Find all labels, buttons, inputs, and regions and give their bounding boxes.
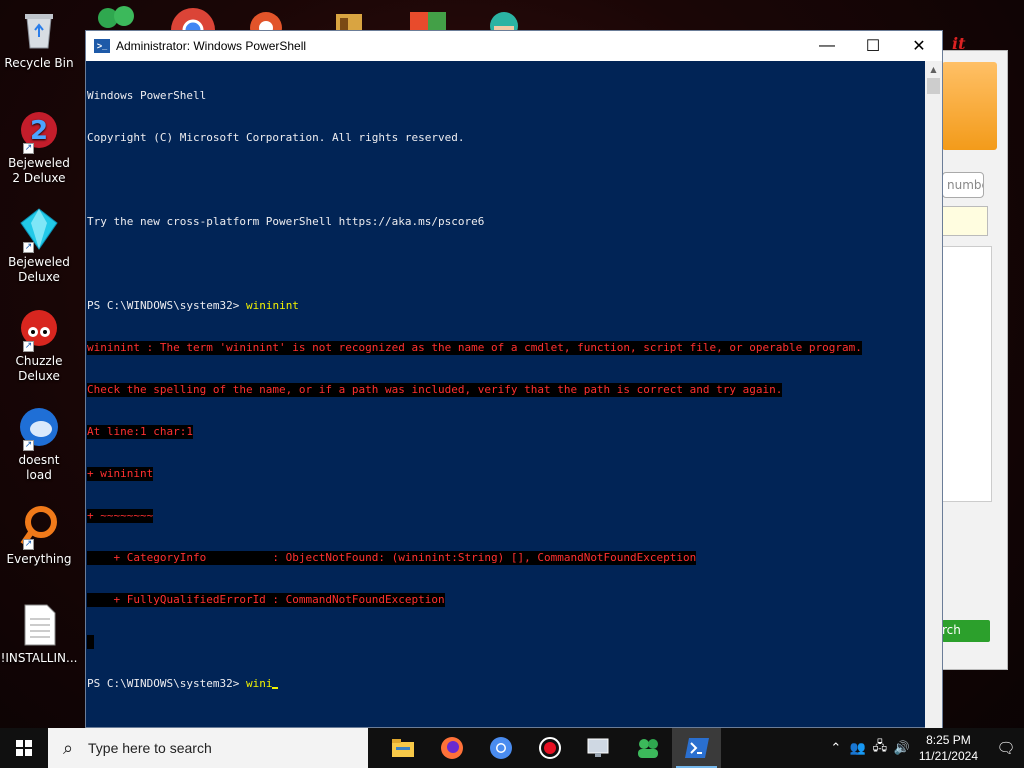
people-tray-icon[interactable]: 👥: [847, 740, 869, 756]
record-icon: [538, 737, 561, 759]
desktop-icon-label: Bejeweled 2 Deluxe: [8, 156, 70, 185]
scroll-thumb[interactable]: [927, 78, 940, 94]
powershell-title-icon[interactable]: >_: [94, 39, 110, 53]
svg-text:2: 2: [30, 116, 48, 146]
desktop-icon-label: Bejeweled Deluxe: [8, 255, 70, 284]
chevron-up-icon[interactable]: ⌃: [825, 740, 847, 756]
taskbar-apps: [378, 728, 721, 768]
error-line: + CategoryInfo : ObjectNotFound: (winini…: [87, 551, 697, 565]
powershell-icon: [684, 738, 709, 758]
console-line: Try the new cross-platform PowerShell ht…: [87, 215, 485, 228]
console-prompt-line: PS C:\WINDOWS\system32> wininint: [87, 299, 926, 313]
desktop-icon-chuzzle[interactable]: ↗ Chuzzle Deluxe: [4, 306, 74, 384]
taskbar-firefox[interactable]: [427, 728, 476, 768]
bejeweled2-icon: 2 ↗: [17, 108, 61, 154]
background-list-panel: [942, 246, 992, 502]
desktop-icon-label: doesnt load: [18, 453, 60, 482]
recycle-bin-icon: [17, 8, 61, 52]
taskbar-file-explorer[interactable]: [378, 728, 427, 768]
desktop-icon-everything[interactable]: ↗ Everything: [4, 504, 74, 567]
shortcut-arrow-icon: ↗: [23, 143, 34, 154]
start-button[interactable]: [0, 728, 48, 768]
remote-desktop-icon: [587, 738, 608, 757]
maximize-icon: ☐: [865, 38, 881, 55]
network-icon[interactable]: 🖧: [869, 737, 891, 759]
search-placeholder: Type here to search: [88, 740, 212, 756]
desktop-icon-bejeweled2[interactable]: 2 ↗ Bejeweled 2 Deluxe: [4, 108, 74, 186]
desktop-icon-label: Chuzzle Deluxe: [15, 354, 63, 383]
error-line: At line:1 char:1: [87, 425, 193, 439]
text-document-icon: [17, 603, 61, 647]
desktop-icon-bejeweled[interactable]: ↗ Bejeweled Deluxe: [4, 207, 74, 285]
command-input[interactable]: wini: [246, 677, 273, 690]
prompt: PS C:\WINDOWS\system32>: [87, 677, 246, 690]
error-line: + wininint: [87, 467, 154, 481]
background-search-button[interactable]: rch: [942, 620, 990, 642]
text-cursor: [272, 687, 279, 689]
minimize-button[interactable]: —: [804, 31, 850, 61]
desktop-icon-label: Everything: [6, 552, 72, 566]
taskbar-search[interactable]: ⌕ Type here to search: [48, 728, 368, 768]
prompt: PS C:\WINDOWS\system32>: [87, 299, 246, 312]
taskbar: ⌕ Type here to search ⌃ 👥 🖧 🔊 8:25 PM 11…: [0, 728, 1024, 768]
error-line: wininint : The term 'wininint' is not re…: [87, 341, 862, 355]
close-button[interactable]: ✕: [896, 31, 942, 61]
console-output[interactable]: Windows PowerShell Copyright (C) Microso…: [86, 61, 926, 729]
thunderbird-icon: ↗: [17, 405, 61, 451]
desktop-icon-thunderbird[interactable]: ↗ doesnt load: [4, 405, 74, 483]
background-stepper-field[interactable]: [942, 206, 988, 236]
system-tray: ⌃ 👥 🖧 🔊 8:25 PM 11/21/2024 🗨: [825, 728, 1024, 768]
desktop-icon-recycle-bin[interactable]: Recycle Bin: [4, 8, 74, 71]
clock-time: 8:25 PM: [926, 733, 971, 747]
everything-search-icon: ↗: [17, 504, 61, 550]
search-icon: ⌕: [62, 737, 74, 758]
people-icon: [637, 739, 658, 758]
console-line: Copyright (C) Microsoft Corporation. All…: [87, 131, 465, 144]
background-orange-panel: [942, 62, 997, 150]
file-explorer-icon: [391, 739, 414, 757]
shortcut-arrow-icon: ↗: [23, 242, 34, 253]
powershell-window[interactable]: >_ Administrator: Windows PowerShell — ☐…: [85, 30, 943, 729]
window-title: Administrator: Windows PowerShell: [116, 39, 307, 53]
vertical-scrollbar[interactable]: ▲: [925, 61, 942, 729]
shortcut-arrow-icon: ↗: [23, 539, 34, 550]
shortcut-arrow-icon: ↗: [23, 341, 34, 352]
error-line: Check the spelling of the name, or if a …: [87, 383, 783, 397]
error-line: + ~~~~~~~~: [87, 509, 154, 523]
console-line: Windows PowerShell: [87, 89, 207, 102]
taskbar-powershell[interactable]: [672, 728, 721, 768]
maximize-button[interactable]: ☐: [850, 31, 896, 61]
desktop-icon-label: !INSTALLIN...: [0, 651, 78, 665]
taskbar-clock[interactable]: 8:25 PM 11/21/2024: [919, 732, 978, 764]
powershell-titlebar[interactable]: >_ Administrator: Windows PowerShell — ☐…: [86, 31, 942, 61]
chuzzle-icon: ↗: [17, 306, 61, 352]
notification-center-button[interactable]: 🗨: [988, 728, 1024, 768]
clock-date: 11/21/2024: [918, 749, 978, 763]
error-line-blank: [87, 635, 94, 649]
command-text: wininint: [245, 299, 299, 312]
bejeweled-icon: ↗: [17, 207, 61, 253]
taskbar-remote-desktop[interactable]: [574, 728, 623, 768]
background-app-logo: it: [952, 34, 966, 53]
chromium-icon: [489, 737, 512, 759]
taskbar-chromium[interactable]: [476, 728, 525, 768]
taskbar-recorder[interactable]: [525, 728, 574, 768]
background-number-input[interactable]: numbe: [942, 172, 984, 198]
desktop-icon-installing[interactable]: !INSTALLIN...: [1, 603, 77, 666]
console-prompt-line[interactable]: PS C:\WINDOWS\system32> wini: [87, 677, 926, 691]
minimize-icon: —: [819, 37, 835, 54]
windows-logo-icon: [16, 740, 32, 756]
notification-icon: 🗨: [996, 740, 1016, 757]
desktop-icon-label: Recycle Bin: [4, 56, 74, 70]
close-icon: ✕: [912, 38, 926, 55]
volume-icon[interactable]: 🔊: [891, 740, 913, 756]
scroll-up-arrow-icon[interactable]: ▲: [925, 61, 942, 78]
error-line: + FullyQualifiedErrorId : CommandNotFoun…: [87, 593, 445, 607]
taskbar-people[interactable]: [623, 728, 672, 768]
shortcut-arrow-icon: ↗: [23, 440, 34, 451]
firefox-icon: [440, 737, 463, 759]
